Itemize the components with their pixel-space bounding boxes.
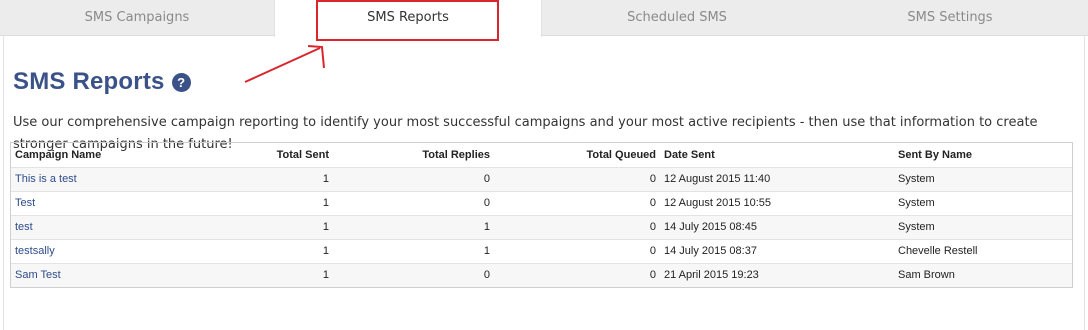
- date-sent-cell: 12 August 2015 11:40: [660, 166, 894, 191]
- column-header-campaign-name: Campaign Name: [15, 148, 102, 161]
- date-sent-cell: 12 August 2015 10:55: [660, 190, 894, 215]
- column-header-date-sent: Date Sent: [664, 148, 715, 161]
- total-sent-cell: 1: [161, 190, 333, 215]
- total-replies-cell: 0: [333, 166, 494, 191]
- total-sent-cell: 1: [161, 214, 333, 239]
- sent-by-cell: System: [894, 166, 1072, 191]
- table-row: Sam Test 1 0 0 21 April 2015 19:23 Sam B…: [11, 262, 1072, 287]
- table-row: test 1 1 0 14 July 2015 08:45 System: [11, 214, 1072, 239]
- total-queued-cell: 0: [494, 262, 660, 287]
- total-queued-cell: 0: [494, 238, 660, 263]
- column-header-total-replies: Total Replies: [422, 148, 490, 161]
- campaign-link[interactable]: test: [15, 221, 33, 233]
- table-row: Test 1 0 0 12 August 2015 10:55 System: [11, 190, 1072, 215]
- total-sent-cell: 1: [161, 262, 333, 287]
- total-replies-cell: 0: [333, 262, 494, 287]
- sent-by-cell: System: [894, 190, 1072, 215]
- table-row: testsally 1 1 0 14 July 2015 08:37 Cheve…: [11, 238, 1072, 263]
- tab-sms-campaigns[interactable]: SMS Campaigns: [0, 0, 274, 36]
- tab-bar: SMS Campaigns SMS Reports Scheduled SMS …: [0, 0, 1088, 37]
- reports-table: Campaign Name Total Sent Total Replies T…: [10, 142, 1073, 288]
- date-sent-cell: 21 April 2015 19:23: [660, 262, 894, 287]
- sent-by-cell: Chevelle Restell: [894, 238, 1072, 263]
- column-header-total-sent: Total Sent: [276, 148, 329, 161]
- column-header-sent-by-name: Sent By Name: [898, 148, 972, 161]
- total-replies-cell: 0: [333, 190, 494, 215]
- date-sent-cell: 14 July 2015 08:45: [660, 214, 894, 239]
- total-replies-cell: 1: [333, 238, 494, 263]
- campaign-link[interactable]: This is a test: [15, 173, 77, 185]
- tab-scheduled-sms[interactable]: Scheduled SMS: [542, 0, 812, 36]
- question-circle-icon[interactable]: ?: [171, 72, 191, 92]
- total-replies-cell: 1: [333, 214, 494, 239]
- sent-by-cell: System: [894, 214, 1072, 239]
- date-sent-cell: 14 July 2015 08:37: [660, 238, 894, 263]
- tab-sms-settings[interactable]: SMS Settings: [812, 0, 1088, 36]
- total-queued-cell: 0: [494, 214, 660, 239]
- campaign-link[interactable]: Sam Test: [15, 269, 61, 281]
- total-sent-cell: 1: [161, 166, 333, 191]
- total-queued-cell: 0: [494, 190, 660, 215]
- table-row: This is a test 1 0 0 12 August 2015 11:4…: [11, 166, 1072, 191]
- total-queued-cell: 0: [494, 166, 660, 191]
- title-row: SMS Reports ?: [13, 68, 191, 96]
- sent-by-cell: Sam Brown: [894, 262, 1072, 287]
- total-sent-cell: 1: [161, 238, 333, 263]
- column-header-total-queued: Total Queued: [586, 148, 656, 161]
- table-header-row: Campaign Name Total Sent Total Replies T…: [11, 143, 1072, 167]
- tab-sms-reports[interactable]: SMS Reports: [274, 0, 542, 37]
- campaign-link[interactable]: Test: [15, 197, 35, 209]
- page-title: SMS Reports: [13, 68, 165, 95]
- campaign-link[interactable]: testsally: [15, 245, 55, 257]
